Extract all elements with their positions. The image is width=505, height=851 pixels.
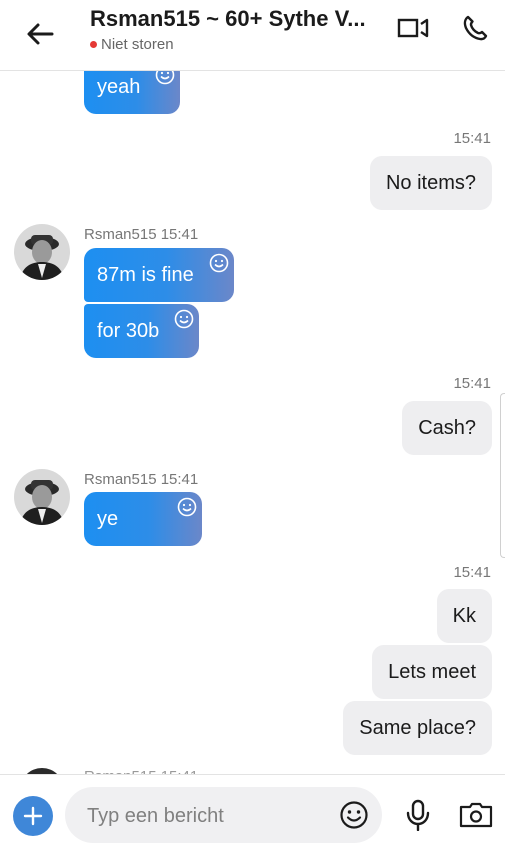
- plus-icon: [23, 806, 43, 826]
- message-text: ye: [97, 508, 119, 530]
- avatar[interactable]: [14, 224, 70, 280]
- presence-status-label: Niet storen: [101, 36, 174, 53]
- message-input-box[interactable]: [65, 787, 382, 845]
- back-arrow-icon[interactable]: [22, 16, 58, 52]
- add-attachment-button[interactable]: [13, 796, 53, 836]
- emoji-icon[interactable]: [339, 800, 369, 830]
- sender-label: Rsman515 15:41: [84, 471, 199, 488]
- message-timestamp: 15:41: [453, 375, 491, 392]
- avatar[interactable]: [14, 469, 70, 525]
- phone-icon[interactable]: [461, 14, 489, 42]
- outgoing-message[interactable]: Same place?: [343, 701, 492, 755]
- avatar-photo: [14, 224, 70, 280]
- chat-title[interactable]: Rsman515 ~ 60+ Sythe V...: [90, 6, 378, 32]
- message-timestamp: 15:41: [453, 564, 491, 581]
- incoming-message[interactable]: for 30b: [84, 304, 200, 358]
- message-timestamp: 15:41: [453, 130, 491, 147]
- smiley-icon[interactable]: [209, 253, 229, 273]
- message-text: 87m is fine: [97, 264, 194, 286]
- message-text: for 30b: [97, 320, 160, 342]
- smiley-icon[interactable]: [177, 497, 197, 517]
- message-composer: [0, 774, 505, 851]
- outgoing-message[interactable]: Cash?: [402, 401, 492, 455]
- video-call-icon[interactable]: [397, 16, 429, 40]
- status-dot-icon: [90, 40, 97, 48]
- message-text: yeah: [97, 76, 141, 98]
- camera-icon[interactable]: [459, 801, 493, 829]
- outgoing-message[interactable]: Lets meet: [372, 645, 492, 699]
- incoming-message[interactable]: ye: [84, 492, 202, 546]
- outgoing-message[interactable]: No items?: [369, 156, 492, 210]
- sender-label: Rsman515 15:41: [84, 226, 199, 243]
- presence-status: Niet storen: [90, 36, 174, 53]
- chat-header: Rsman515 ~ 60+ Sythe V... Niet storen: [0, 0, 505, 71]
- scrollbar[interactable]: [500, 393, 505, 558]
- smiley-icon[interactable]: [174, 309, 194, 329]
- message-input[interactable]: [85, 787, 329, 845]
- outgoing-message[interactable]: Kk: [436, 589, 492, 643]
- incoming-message[interactable]: 87m is fine: [84, 248, 234, 302]
- microphone-icon[interactable]: [404, 799, 432, 831]
- avatar-photo: [14, 469, 70, 525]
